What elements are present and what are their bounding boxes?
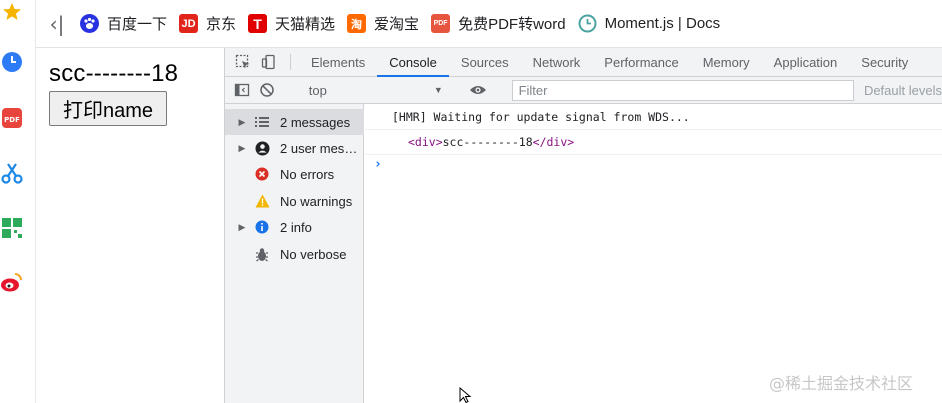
- console-filter-input[interactable]: [511, 79, 854, 101]
- bookmark-baidu[interactable]: 百度一下: [80, 13, 167, 34]
- sidebar-item-label: 2 messages: [280, 114, 351, 130]
- sidebar-item-warnings[interactable]: No warnings: [225, 188, 364, 214]
- bookmark-aitaobao[interactable]: 淘 爱淘宝: [347, 13, 419, 34]
- devtools-panel: Elements Console Sources Network Perform…: [225, 48, 942, 403]
- scissors-app-icon[interactable]: [0, 161, 24, 185]
- baidu-paw-icon: [80, 14, 99, 33]
- pdf-app-icon[interactable]: PDF: [0, 106, 24, 130]
- bug-icon: [253, 245, 271, 263]
- log-levels-dropdown[interactable]: Default levels: [864, 83, 942, 98]
- bookmark-label: Moment.js | Docs: [604, 15, 721, 32]
- live-expression-eye-icon[interactable]: [466, 83, 491, 97]
- bookmark-jd[interactable]: JD 京东: [179, 13, 236, 34]
- tab-memory[interactable]: Memory: [691, 48, 762, 76]
- show-sidebar-icon[interactable]: [230, 82, 255, 98]
- console-prompt-icon[interactable]: ›: [374, 157, 382, 172]
- bookmark-label: 爱淘宝: [374, 16, 420, 33]
- jd-logo-icon: JD: [179, 14, 199, 33]
- console-message-text: [HMR] Waiting for update signal from WDS…: [392, 110, 690, 124]
- print-name-button[interactable]: 打印name: [49, 91, 167, 126]
- device-toolbar-icon[interactable]: [256, 48, 282, 76]
- qr-app-icon[interactable]: [0, 216, 24, 240]
- devtools-tab-bar: Elements Console Sources Network Perform…: [225, 48, 942, 77]
- weibo-app-icon[interactable]: [0, 270, 24, 294]
- mouse-cursor-icon: [459, 386, 473, 403]
- console-message: [HMR] Waiting for update signal from WDS…: [365, 104, 942, 130]
- html-element-text: scc--------18: [442, 135, 533, 149]
- side-app-bar: PDF: [0, 0, 36, 403]
- back-arrow-icon[interactable]: ‹|: [42, 12, 72, 36]
- clock-app-icon[interactable]: [0, 50, 24, 74]
- sidebar-item-verbose[interactable]: No verbose: [225, 241, 364, 267]
- sidebar-item-messages[interactable]: ▶ 2 messages: [225, 109, 364, 135]
- bookmark-tmall[interactable]: T 天猫精选: [248, 13, 335, 34]
- svg-text:PDF: PDF: [4, 116, 20, 124]
- tab-elements[interactable]: Elements: [299, 48, 377, 76]
- inspect-element-icon[interactable]: [230, 48, 256, 76]
- tmall-logo-icon: T: [248, 14, 268, 33]
- expand-arrow-icon[interactable]: ▶: [235, 143, 249, 154]
- bookmark-label: 百度一下: [107, 16, 168, 33]
- sidebar-item-label: 2 user messages: [280, 140, 362, 156]
- html-open-tag: <div>: [408, 135, 443, 149]
- aitaobao-logo-icon: 淘: [347, 14, 367, 33]
- list-icon: [253, 113, 271, 131]
- clear-console-icon[interactable]: [255, 82, 280, 98]
- sidebar-item-errors[interactable]: No errors: [225, 161, 364, 187]
- console-sidebar: ▶ 2 messages ▶ 2 user messages No errors…: [225, 104, 364, 403]
- error-icon: [253, 165, 271, 183]
- favorites-star-icon[interactable]: [0, 0, 24, 24]
- sidebar-item-label: No warnings: [280, 193, 353, 209]
- tab-network[interactable]: Network: [521, 48, 593, 76]
- console-log-area: [HMR] Waiting for update signal from WDS…: [365, 104, 942, 403]
- dropdown-caret-icon: ▼: [433, 85, 443, 95]
- html-close-tag: </div>: [532, 135, 575, 149]
- console-toolbar: top ▼ Default levels: [225, 77, 942, 104]
- clock-icon: [578, 14, 597, 33]
- sidebar-item-label: No errors: [280, 166, 335, 182]
- bookmark-label: 京东: [206, 16, 237, 33]
- context-value: top: [308, 82, 327, 98]
- sidebar-item-user-messages[interactable]: ▶ 2 user messages: [225, 135, 364, 161]
- context-selector[interactable]: top ▼: [303, 81, 449, 100]
- bookmarks-bar: ‹| 百度一下 JD 京东 T 天猫精选 淘 爱淘宝 PDF 免费PDF转wor…: [36, 0, 942, 48]
- sidebar-item-label: No verbose: [280, 246, 347, 262]
- bookmark-momentjs[interactable]: Moment.js | Docs: [578, 14, 721, 33]
- sidebar-item-label: 2 info: [280, 219, 312, 235]
- tab-performance[interactable]: Performance: [592, 48, 690, 76]
- watermark-text: @稀土掘金技术社区: [769, 374, 914, 393]
- toolbar-divider: [290, 54, 291, 70]
- bookmark-label: 免费PDF转word: [458, 16, 566, 33]
- bookmark-label: 天猫精选: [275, 16, 336, 33]
- sidebar-item-info[interactable]: ▶ 2 info: [225, 214, 364, 240]
- console-message[interactable]: <div>scc--------18</div>: [365, 130, 942, 155]
- page-viewport: scc--------18 打印name: [36, 48, 225, 403]
- expand-arrow-icon[interactable]: ▶: [235, 222, 249, 233]
- tab-application[interactable]: Application: [762, 48, 850, 76]
- tab-sources[interactable]: Sources: [449, 48, 521, 76]
- tab-security[interactable]: Security: [849, 48, 920, 76]
- expand-arrow-icon[interactable]: ▶: [235, 117, 249, 128]
- user-icon: [253, 139, 271, 157]
- bookmark-pdf-to-word[interactable]: PDF 免费PDF转word: [431, 13, 566, 34]
- info-icon: [253, 218, 271, 236]
- pdf-icon: PDF: [431, 14, 451, 33]
- warning-icon: [253, 192, 271, 210]
- tab-console[interactable]: Console: [377, 48, 449, 77]
- page-output-text: scc--------18: [49, 60, 179, 87]
